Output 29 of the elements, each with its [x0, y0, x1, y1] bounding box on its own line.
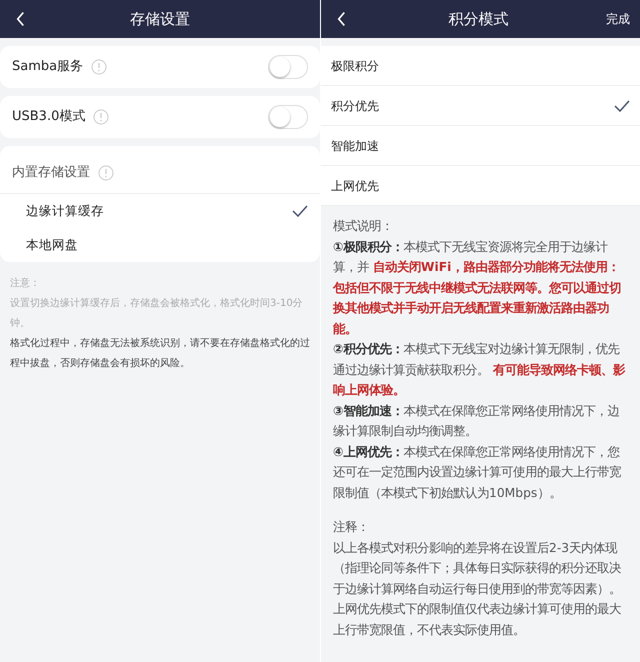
toggle-switch[interactable]: [268, 55, 308, 79]
toggle-switch[interactable]: [268, 105, 308, 129]
back-icon: [14, 10, 26, 28]
page-title: 积分模式: [448, 8, 508, 30]
done-button[interactable]: 完成: [604, 8, 632, 30]
storage-option[interactable]: 边缘计算缓存: [0, 194, 320, 228]
back-icon: [336, 10, 346, 28]
info-icon: [98, 164, 114, 180]
description-text: ③智能加速：本模式在保障您正常网络使用情况下，边缘计算限制自动均衡调整。: [333, 402, 620, 440]
setting-label: USB3.0模式: [12, 108, 86, 126]
description-text: ①极限积分：本模式下无线宝资源将完全用于边缘计算，并 自动关闭WiFi，路由器部分功能将无法使用：包括但不限于无线中继模式无法联网等。您可以通过切换其他模式并手动开启无线配置来重新激活路由器功能。: [333, 238, 622, 338]
section-heading: 注释：: [333, 519, 370, 536]
page-title: 存储设置: [130, 8, 190, 30]
note-text: 格式化过程中，存储盘无法被系统识别，请不要在存储盘格式化的过程中拔盘，否则存储盘会有损坏的风险。: [10, 336, 310, 371]
info-icon: [91, 59, 108, 75]
mode-option[interactable]: 上网优先: [321, 166, 640, 206]
note-text: 注意：: [10, 276, 41, 291]
mode-option[interactable]: 极限积分: [321, 46, 640, 86]
mode-option[interactable]: 智能加速: [321, 126, 640, 166]
note-text: 设置切换边缘计算缓存后，存储盘会被格式化，格式化时间3-10分钟。: [10, 296, 304, 331]
section-label: 内置存储设置: [12, 164, 90, 182]
setting-label: Samba服务: [12, 58, 84, 76]
info-icon: [93, 109, 110, 125]
description-text: ②积分优先：本模式下无线宝对边缘计算无限制，优先通过边缘计算贡献获取积分。 有可能导致网络卡顿、影响上网体验。: [333, 341, 626, 399]
description-text: ④上网优先：本模式在保障您正常网络使用情况下，您还可在一定范围内设置边缘计算可使用的最大上行带宽限制值（本模式下初始默认为10Mbps）。: [333, 444, 622, 502]
mode-option[interactable]: 积分优先: [321, 86, 640, 126]
storage-option[interactable]: 本地网盘: [0, 228, 320, 262]
description-text: 以上各模式对积分影响的差异将在设置后2-3天内体现（指理论同等条件下；具体每日实际获得的积分还取决于边缘计算网络自动运行每日使用到的带宽等因素）。上网优先模式下的限制值仅代表边缘计算可使用的最大上行带宽限值，不代表实际使用值。: [333, 540, 622, 638]
section-heading: 模式说明：: [333, 218, 394, 235]
